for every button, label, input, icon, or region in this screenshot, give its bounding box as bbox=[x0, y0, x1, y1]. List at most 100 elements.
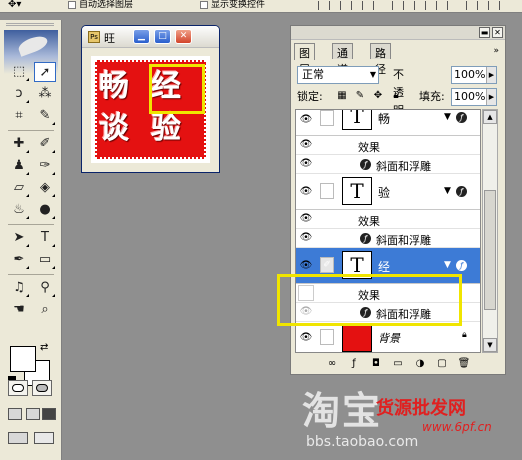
eye-icon[interactable]: 👁︎ bbox=[298, 156, 314, 172]
brush-link-icon[interactable]: ✐ bbox=[320, 257, 334, 273]
swap-colors-icon[interactable]: ⇄ bbox=[40, 342, 48, 353]
palette-grip[interactable] bbox=[6, 23, 54, 26]
align-top-icon[interactable] bbox=[318, 1, 330, 10]
tab-layers[interactable]: 图层 bbox=[294, 43, 315, 76]
new-layer-icon[interactable]: ▢ bbox=[435, 357, 449, 370]
layer-row-background[interactable]: 👁︎ 背景 🔒︎ bbox=[296, 322, 480, 352]
rectangle-tool-icon[interactable]: ▭ bbox=[34, 250, 56, 270]
path-selection-icon[interactable]: ➤ bbox=[8, 228, 30, 248]
eraser-tool-icon[interactable]: ▱ bbox=[8, 178, 30, 198]
magic-wand-tool-icon[interactable]: ⁂ bbox=[34, 84, 56, 104]
eye-icon[interactable]: 👁︎ bbox=[298, 230, 314, 246]
link-layers-icon[interactable]: ∞ bbox=[325, 357, 339, 370]
layer-link-box[interactable] bbox=[320, 329, 334, 345]
align-left-icon[interactable] bbox=[392, 1, 404, 10]
panel-close-button[interactable]: ✕ bbox=[492, 27, 503, 38]
blur-tool-icon[interactable]: ♨ bbox=[8, 200, 30, 220]
marquee-tool-icon[interactable]: ⬚ bbox=[8, 62, 30, 82]
auto-select-checkbox[interactable]: 自动选择图层 bbox=[68, 0, 133, 11]
standard-mode-button[interactable] bbox=[8, 380, 28, 396]
layer-row[interactable]: 👁︎ T 畅 ▼ ƒ bbox=[296, 110, 480, 136]
layer-name[interactable]: 畅 bbox=[378, 110, 390, 127]
new-set-icon[interactable]: ▭ bbox=[391, 357, 405, 370]
panel-titlebar[interactable]: ▬ ✕ bbox=[291, 26, 505, 40]
notes-tool-icon[interactable]: ♫ bbox=[8, 278, 30, 298]
panel-minimize-button[interactable]: ▬ bbox=[479, 27, 490, 38]
align-right-icon[interactable] bbox=[436, 1, 448, 10]
eye-icon[interactable]: 👁︎ bbox=[298, 211, 314, 227]
screen-mode-standard-button[interactable] bbox=[8, 408, 22, 420]
layer-link-box[interactable] bbox=[320, 110, 334, 126]
document-window[interactable]: Ps 旺 ▁ □ ✕ 畅 经 谈 验 bbox=[81, 25, 220, 173]
maximize-button[interactable]: □ bbox=[154, 29, 171, 44]
fill-field[interactable]: 100% ▶ bbox=[451, 88, 497, 106]
screen-mode-full-button[interactable] bbox=[42, 408, 56, 420]
clone-stamp-icon[interactable]: ♟ bbox=[8, 156, 30, 176]
document-titlebar[interactable]: Ps 旺 ▁ □ ✕ bbox=[82, 26, 219, 48]
layer-name[interactable]: 背景 bbox=[378, 330, 400, 346]
align-center-icon[interactable] bbox=[414, 1, 426, 10]
scroll-up-icon[interactable]: ▲ bbox=[483, 110, 497, 124]
eye-icon[interactable]: 👁︎ bbox=[298, 184, 314, 200]
imageready-icon[interactable] bbox=[34, 432, 54, 444]
effect-bevel-row[interactable]: 👁︎ ƒ 斜面和浮雕 bbox=[296, 229, 480, 248]
dodge-tool-icon[interactable]: ● bbox=[34, 200, 56, 220]
fx-arrow-icon[interactable]: ▼ bbox=[444, 186, 451, 196]
fill-slider-icon[interactable]: ▶ bbox=[486, 89, 496, 105]
screen-mode-full-menu-button[interactable] bbox=[26, 408, 40, 420]
eye-icon[interactable]: 👁︎ bbox=[298, 112, 314, 128]
paint-bucket-icon[interactable]: ◈ bbox=[34, 178, 56, 198]
opacity-slider-icon[interactable]: ▶ bbox=[486, 67, 496, 83]
show-transform-checkbox[interactable]: 显示变换控件 bbox=[200, 0, 265, 11]
hand-tool-icon[interactable]: ☚ bbox=[8, 300, 30, 320]
align-bottom-icon[interactable] bbox=[362, 1, 374, 10]
move-options-icon[interactable]: ✥▾ bbox=[8, 0, 21, 10]
layer-name[interactable]: 验 bbox=[378, 184, 390, 201]
align-middle-icon[interactable] bbox=[340, 1, 352, 10]
layer-row[interactable]: 👁︎ T 验 ▼ ƒ bbox=[296, 174, 480, 210]
blend-mode-select[interactable]: 正常 ▼ bbox=[297, 66, 379, 84]
zoom-tool-icon[interactable]: ⌕ bbox=[34, 300, 56, 320]
add-mask-icon[interactable]: ◘ bbox=[369, 357, 383, 370]
eye-icon[interactable]: 👁︎ bbox=[298, 258, 314, 274]
add-style-icon[interactable]: ƒ bbox=[347, 357, 361, 370]
eye-icon[interactable]: 👁︎ bbox=[298, 137, 314, 153]
eyedropper-tool-icon[interactable]: ⚲ bbox=[34, 278, 56, 298]
delete-layer-icon[interactable]: 🗑︎ bbox=[457, 357, 471, 370]
scroll-down-icon[interactable]: ▼ bbox=[483, 338, 497, 352]
healing-brush-icon[interactable]: ✚ bbox=[8, 134, 30, 154]
lasso-tool-icon[interactable]: ↄ bbox=[8, 84, 30, 104]
effects-row[interactable]: 👁︎ 效果 bbox=[296, 210, 480, 229]
jump-to-imageready-icon[interactable] bbox=[8, 432, 28, 444]
tab-channels[interactable]: 通道 bbox=[332, 43, 353, 76]
lock-pixels-icon[interactable]: ✎ bbox=[355, 91, 365, 101]
slice-tool-icon[interactable]: ✎ bbox=[34, 106, 56, 126]
foreground-color-swatch[interactable] bbox=[10, 346, 36, 372]
brush-tool-icon[interactable]: ✐ bbox=[34, 134, 56, 154]
fx-arrow-icon[interactable]: ▼ bbox=[444, 260, 451, 270]
history-brush-icon[interactable]: ✑ bbox=[34, 156, 56, 176]
panel-menu-icon[interactable]: » bbox=[493, 46, 499, 56]
tab-paths[interactable]: 路径 bbox=[370, 43, 391, 76]
adjustment-layer-icon[interactable]: ◑ bbox=[413, 357, 427, 370]
effects-row[interactable]: 👁︎ 效果 bbox=[296, 136, 480, 155]
eye-icon[interactable]: 👁︎ bbox=[298, 330, 314, 346]
lock-all-icon[interactable]: 🔒︎ bbox=[391, 91, 401, 101]
scroll-thumb[interactable] bbox=[484, 190, 496, 310]
opacity-field[interactable]: 100% ▶ bbox=[451, 66, 497, 84]
fx-arrow-icon[interactable]: ▼ bbox=[444, 112, 451, 122]
canvas[interactable]: 畅 经 谈 验 bbox=[91, 56, 210, 163]
layers-scrollbar[interactable]: ▲ ▼ bbox=[482, 109, 498, 353]
layer-link-box[interactable] bbox=[320, 183, 334, 199]
close-button[interactable]: ✕ bbox=[175, 29, 192, 44]
crop-tool-icon[interactable]: ⌗ bbox=[8, 106, 30, 126]
effect-bevel-row[interactable]: 👁︎ ƒ 斜面和浮雕 bbox=[296, 155, 480, 174]
distribute-icon[interactable] bbox=[466, 1, 478, 10]
minimize-button[interactable]: ▁ bbox=[133, 29, 150, 44]
move-tool-icon[interactable]: ➚ bbox=[34, 62, 56, 82]
layer-name[interactable]: 经 bbox=[378, 258, 390, 275]
quick-mask-button[interactable] bbox=[32, 380, 52, 396]
type-tool-icon[interactable]: T bbox=[34, 228, 56, 248]
distribute-2-icon[interactable] bbox=[488, 1, 500, 10]
lock-transparency-icon[interactable]: ▦ bbox=[337, 91, 347, 101]
